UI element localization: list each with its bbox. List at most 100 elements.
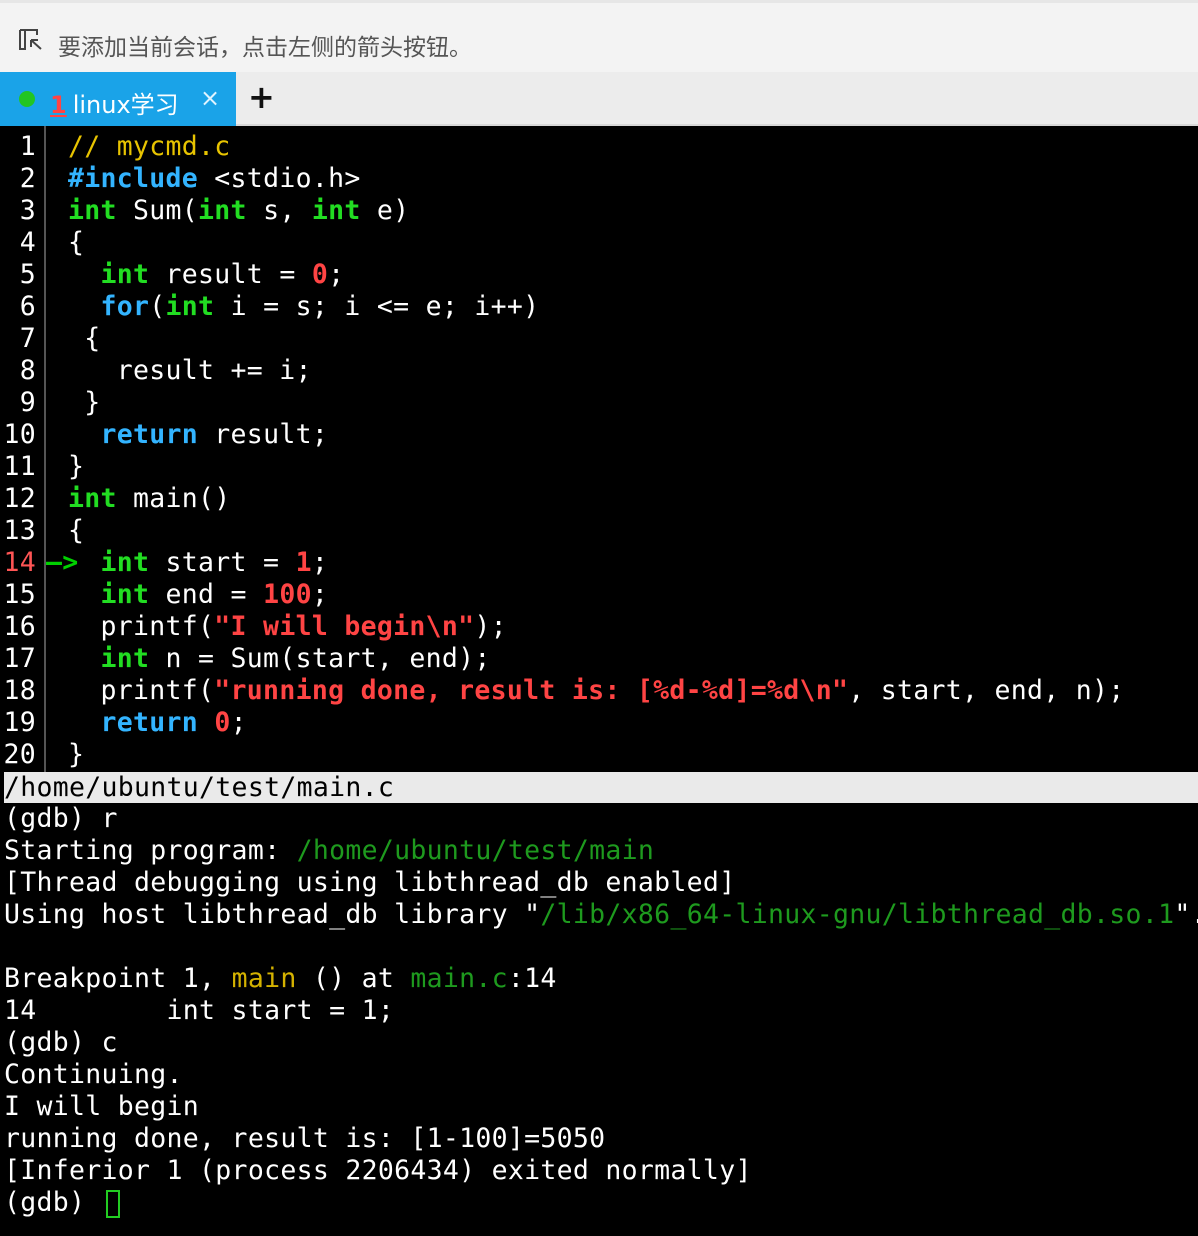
line-number: 3 <box>19 195 36 226</box>
code: #include <stdio.h> <box>68 163 361 195</box>
source-line: 1 // mycmd.c <box>0 131 1198 163</box>
source-line: 2 #include <stdio.h> <box>0 163 1198 195</box>
source-line: 15 int end = 100; <box>0 579 1198 611</box>
source-line: 19 return 0; <box>0 707 1198 739</box>
output-text: :14 <box>507 963 557 994</box>
code-text: ; <box>328 259 345 290</box>
add-tab-button[interactable]: + <box>248 78 275 116</box>
code: int Sum(int s, int e) <box>68 195 409 227</box>
close-icon[interactable]: × <box>200 84 220 112</box>
code-text: <stdio.h> <box>198 163 361 194</box>
code: int start = 1; <box>68 547 328 579</box>
line-number: 14 <box>3 547 36 578</box>
code: } <box>68 387 101 418</box>
output-line: [Thread debugging using libthread_db ena… <box>4 867 736 898</box>
gdb-source-window: 1 // mycmd.c 2 #include <stdio.h> 3 int Sum… <box>0 131 1198 771</box>
tab-linux-study[interactable]: 1 linux学习 × <box>0 72 236 126</box>
code: int main() <box>68 483 231 515</box>
add-session-arrow-icon[interactable] <box>17 27 45 53</box>
keyword: int <box>311 195 361 226</box>
source-line: 3 int Sum(int s, int e) <box>0 195 1198 227</box>
line-number: 17 <box>3 643 36 674</box>
source-line: 7 { <box>0 323 1198 355</box>
keyword: return <box>100 419 199 450</box>
output-line: [Inferior 1 (process 2206434) exited nor… <box>4 1155 752 1186</box>
tab-number: 1 <box>50 91 67 119</box>
keyword: int <box>100 643 150 674</box>
code-text: start = <box>149 547 296 578</box>
keyword: for <box>100 291 150 322</box>
code-text: printf( <box>68 611 215 642</box>
library-path: /lib/x86_64-linux-gnu/libthread_db.so.1 <box>540 899 1175 930</box>
code: int n = Sum(start, end); <box>68 643 491 675</box>
gdb-command-output[interactable]: (gdb) r Starting program: /home/ubuntu/t… <box>4 803 1198 1219</box>
source-line: 6 for(int i = s; i <= e; i++) <box>0 291 1198 323</box>
code-text: e) <box>360 195 410 226</box>
code: printf("running done, result is: [%d-%d]… <box>68 675 1125 707</box>
keyword: int <box>100 259 150 290</box>
code-text: Sum( <box>116 195 199 226</box>
source-line: 16 printf("I will begin\n"); <box>0 611 1198 643</box>
code-text: ( <box>149 291 166 322</box>
code: } <box>68 739 85 770</box>
output-text: Starting program: <box>4 835 297 866</box>
code: result += i; <box>68 355 312 386</box>
code: { <box>68 227 85 258</box>
code: { <box>68 515 85 546</box>
output-line: (gdb) c <box>4 1027 118 1058</box>
output-text: ". <box>1174 899 1198 930</box>
output-text: () at <box>296 963 411 994</box>
tab-title: linux学习 <box>72 91 179 119</box>
number: 0 <box>311 259 329 290</box>
source-line: 11} <box>0 451 1198 483</box>
source-line: 12 int main() <box>0 483 1198 515</box>
code: return result; <box>68 419 328 451</box>
output-line: Breakpoint 1, main () at main.c:14 <box>4 963 1198 995</box>
code: printf("I will begin\n"); <box>68 611 507 643</box>
source-line: 5 int result = 0; <box>0 259 1198 291</box>
code-text: result = <box>149 259 312 290</box>
tab-bar: 1 linux学习 × + <box>0 72 1198 126</box>
line-number: 15 <box>3 579 36 610</box>
output-line: 14 int start = 1; <box>4 995 395 1026</box>
comment: // mycmd.c <box>68 131 231 162</box>
line-number: 13 <box>3 515 36 546</box>
line-number: 6 <box>19 291 36 322</box>
line-number: 20 <box>3 739 36 770</box>
code-text: s, <box>246 195 312 226</box>
string: "I will begin\n" <box>214 611 475 642</box>
code-text: , start, end, n); <box>848 675 1125 706</box>
code: // mycmd.c <box>68 131 231 163</box>
keyword: int <box>100 579 150 610</box>
keyword: int <box>100 547 150 578</box>
output-line: I will begin <box>4 1091 200 1122</box>
string: "running done, result is: [%d-%d]=%d\n" <box>214 675 849 706</box>
code: int end = 100; <box>68 579 328 611</box>
line-number: 10 <box>3 419 36 450</box>
gdb-prompt-line[interactable]: (gdb) <box>4 1187 1198 1219</box>
program-path: /home/ubuntu/test/main <box>296 835 655 866</box>
terminal[interactable]: 1 // mycmd.c 2 #include <stdio.h> 3 int Sum… <box>0 126 1198 1236</box>
source-line: 8 result += i; <box>0 355 1198 387</box>
output-line: running done, result is: [1-100]=5050 <box>4 1123 606 1154</box>
source-line: 20} <box>0 739 1198 771</box>
line-number: 8 <box>19 355 36 386</box>
line-number: 11 <box>3 451 36 482</box>
current-source-line: 14 —> int start = 1; <box>0 547 1198 579</box>
terminal-cursor <box>105 1189 120 1218</box>
line-number: 2 <box>19 163 36 194</box>
keyword: int <box>68 483 117 514</box>
line-number: 18 <box>3 675 36 706</box>
gdb-prompt: (gdb) <box>4 1187 102 1218</box>
line-number: 9 <box>19 387 36 418</box>
code-text: ; <box>311 579 329 610</box>
session-hint-bar: 要添加当前会话，点击左侧的箭头按钮。 <box>0 0 1198 72</box>
line-number: 19 <box>3 707 36 738</box>
code-text: main() <box>116 483 231 514</box>
preprocessor: #include <box>68 163 199 194</box>
